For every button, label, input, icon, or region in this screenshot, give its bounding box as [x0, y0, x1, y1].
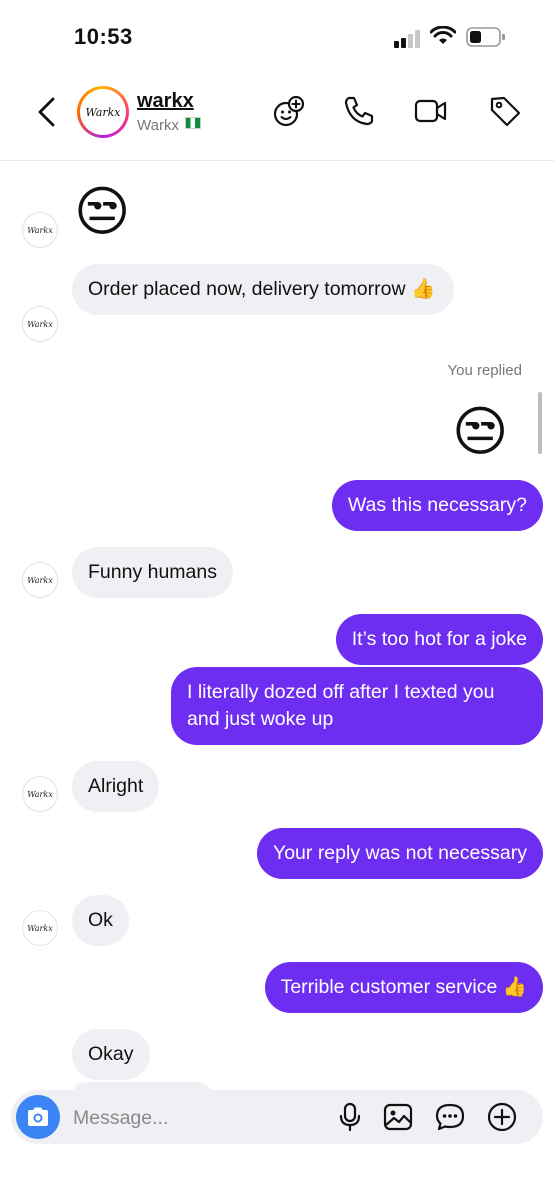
sender-avatar[interactable]: Warkx — [22, 910, 58, 946]
you-replied-label: You replied — [447, 362, 522, 379]
message-bubble-incoming[interactable]: Order placed now, delivery tomorrow 👍 — [72, 264, 454, 315]
message-composer — [11, 1090, 543, 1144]
sticker-chat-icon[interactable] — [435, 1102, 465, 1132]
emoji-message-outgoing[interactable]: 😒 — [452, 402, 508, 462]
sender-avatar[interactable]: Warkx — [22, 306, 58, 342]
add-icon[interactable] — [487, 1102, 517, 1132]
message-bubble-incoming[interactable]: Okay — [72, 1029, 150, 1080]
avatar-logo-text: Warkx — [80, 89, 126, 135]
message-bubble-incoming[interactable]: Ok — [72, 895, 129, 946]
video-call-icon[interactable] — [414, 94, 448, 128]
message-input[interactable] — [71, 1102, 325, 1134]
cellular-signal-icon — [394, 30, 420, 48]
message-bubble-outgoing[interactable]: It’s too hot for a joke — [335, 614, 543, 665]
contact-handle: Warkx — [137, 117, 201, 134]
scroll-indicator[interactable] — [538, 392, 542, 454]
microphone-icon[interactable] — [335, 1102, 365, 1132]
gallery-icon[interactable] — [383, 1102, 413, 1132]
sender-avatar[interactable]: Warkx — [22, 562, 58, 598]
wifi-icon — [430, 26, 456, 44]
header-divider — [0, 160, 554, 161]
contact-name[interactable]: warkx — [137, 90, 194, 113]
bottom-safe-area — [0, 1144, 554, 1200]
camera-button[interactable] — [16, 1095, 60, 1139]
back-chevron-icon[interactable] — [34, 96, 62, 128]
message-bubble-incoming[interactable]: Alright — [72, 761, 160, 812]
phone-icon[interactable] — [342, 94, 376, 128]
tag-icon[interactable] — [488, 94, 522, 128]
sender-avatar[interactable]: Warkx — [22, 776, 58, 812]
message-bubble-outgoing[interactable]: Was this necessary? — [331, 480, 543, 531]
emoji-message-incoming[interactable]: 😒 — [74, 182, 130, 242]
avatar[interactable]: Warkx — [77, 86, 129, 138]
effects-icon[interactable] — [272, 94, 306, 128]
message-bubble-outgoing[interactable]: Terrible customer service 👍 — [264, 962, 543, 1013]
nigeria-flag-icon — [184, 117, 201, 129]
message-bubble-outgoing[interactable]: I literally dozed off after I texted you… — [171, 667, 543, 745]
camera-icon — [28, 1107, 48, 1126]
battery-icon — [466, 27, 505, 47]
status-time: 10:53 — [74, 24, 133, 49]
message-bubble-incoming[interactable]: Funny humans — [72, 547, 233, 598]
message-bubble-outgoing[interactable]: Your reply was not necessary — [257, 828, 543, 879]
sender-avatar[interactable]: Warkx — [22, 212, 58, 248]
